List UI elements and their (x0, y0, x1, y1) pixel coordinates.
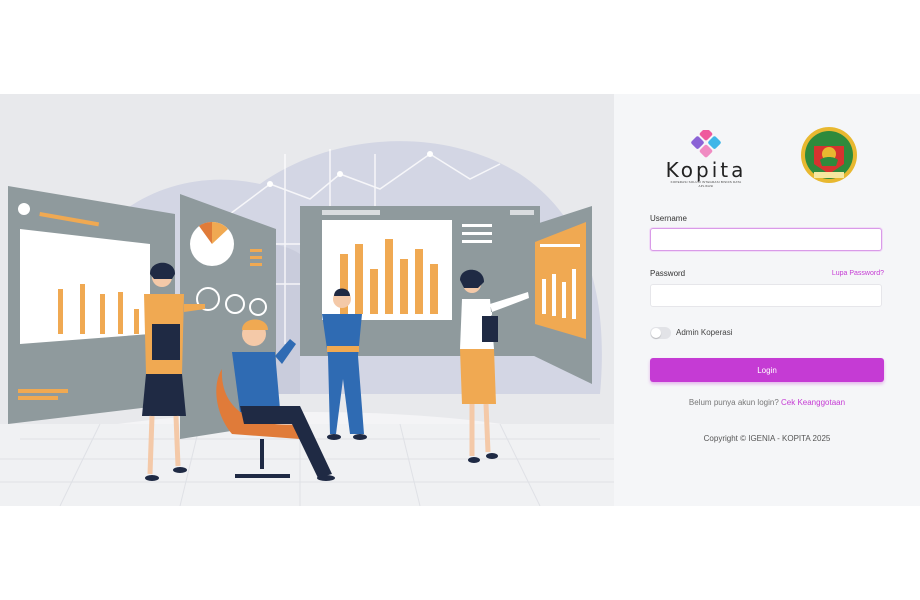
password-input[interactable] (650, 284, 882, 307)
government-seal-logo (800, 126, 858, 184)
kopita-logo: Kopita KOPERASI SOLUSI INTEGRASI BISNIS … (664, 127, 748, 188)
kopita-mark-icon (691, 127, 721, 158)
toggle-knob (651, 328, 661, 338)
cek-keanggotaan-link[interactable]: Cek Keanggotaan (781, 398, 845, 407)
seal-emblem-icon (801, 127, 857, 183)
admin-koperasi-label: Admin Koperasi (676, 328, 733, 337)
admin-koperasi-toggle[interactable] (650, 327, 671, 339)
password-label: Password (650, 269, 686, 278)
copyright-text: Copyright © IGENIA - KOPITA 2025 (703, 434, 831, 443)
brand-tagline: KOPERASI SOLUSI INTEGRASI BISNIS DATA AP… (670, 180, 742, 188)
username-input[interactable] (650, 228, 882, 251)
username-label: Username (650, 214, 687, 223)
login-panel: Kopita KOPERASI SOLUSI INTEGRASI BISNIS … (614, 94, 920, 506)
signup-prompt-text: Belum punya akun login? (688, 398, 779, 407)
brand-name: Kopita (665, 158, 747, 182)
forgot-password-link[interactable]: Lupa Password? (832, 270, 884, 277)
signup-prompt: Belum punya akun login? Cek Keanggotaan (614, 398, 920, 407)
dashboard-illustration (0, 94, 614, 506)
login-button[interactable]: Login (650, 358, 884, 382)
